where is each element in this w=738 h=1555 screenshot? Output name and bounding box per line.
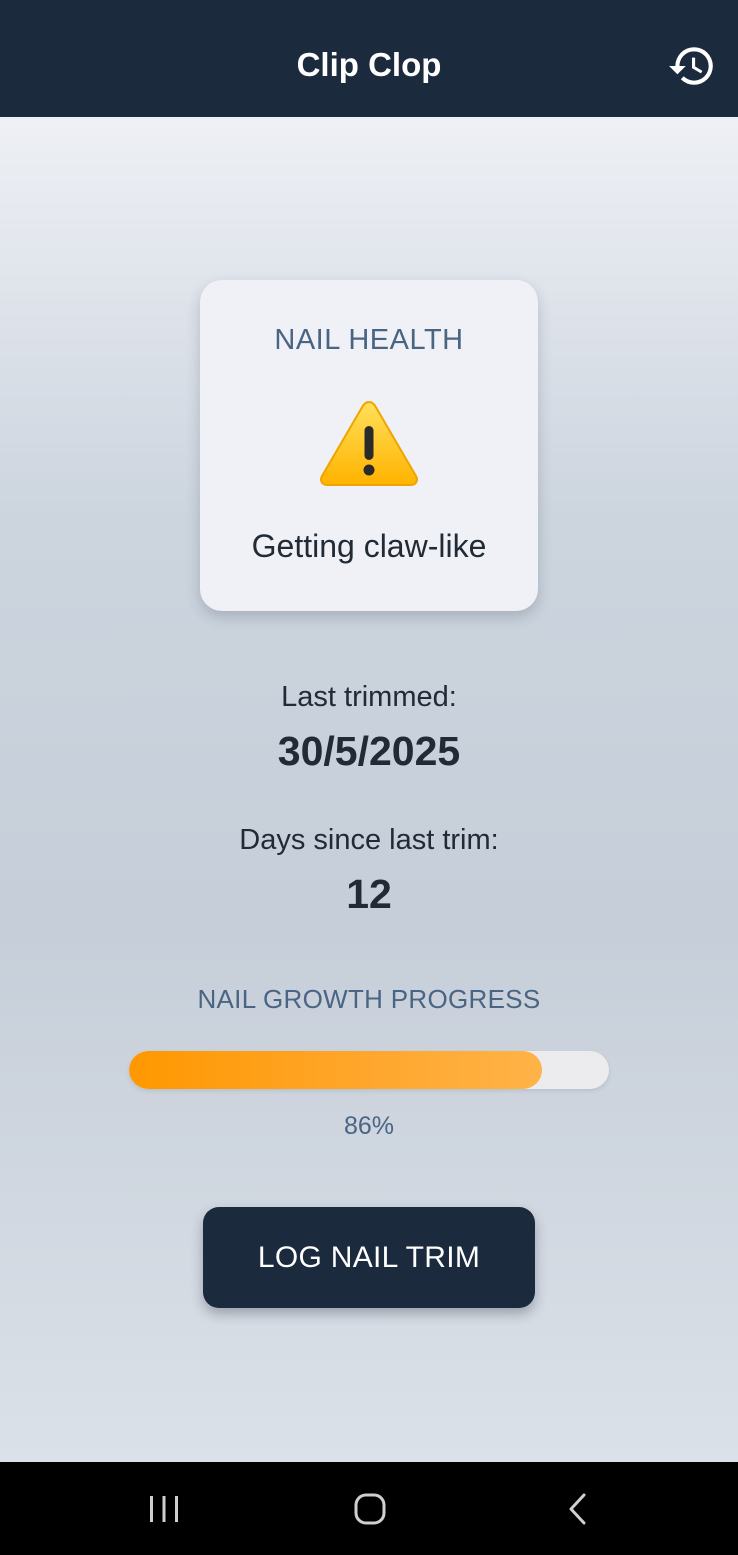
app-bar: Clip Clop <box>0 0 738 117</box>
log-nail-trim-button[interactable]: LOG NAIL TRIM <box>203 1207 535 1308</box>
history-icon <box>669 47 713 85</box>
nail-health-title: NAIL HEALTH <box>274 324 464 356</box>
back-icon <box>569 1493 586 1525</box>
recents-icon <box>150 1496 178 1522</box>
home-icon <box>354 1493 386 1525</box>
system-nav-bar <box>0 1462 738 1555</box>
last-trimmed-value: 30/5/2025 <box>277 728 461 774</box>
last-trimmed-label: Last trimmed: <box>281 681 457 713</box>
days-since-label: Days since last trim: <box>239 824 499 856</box>
history-button[interactable] <box>666 40 718 92</box>
growth-progress-title: NAIL GROWTH PROGRESS <box>197 984 541 1014</box>
growth-progress-percent: 86% <box>343 1112 395 1140</box>
days-since-value: 12 <box>346 871 392 917</box>
main-content: NAIL HEALTH Getting claw-like Last trimm… <box>0 117 738 1462</box>
nail-health-status: Getting claw-like <box>251 528 487 564</box>
growth-progress-fill <box>129 1051 542 1089</box>
home-button[interactable] <box>340 1484 400 1534</box>
app-title: Clip Clop <box>296 45 442 83</box>
warning-icon <box>320 400 418 486</box>
back-button[interactable] <box>548 1484 608 1534</box>
growth-progress-bar <box>129 1051 609 1089</box>
nail-health-card: NAIL HEALTH Getting claw-like <box>200 280 538 611</box>
recents-button[interactable] <box>134 1484 194 1534</box>
